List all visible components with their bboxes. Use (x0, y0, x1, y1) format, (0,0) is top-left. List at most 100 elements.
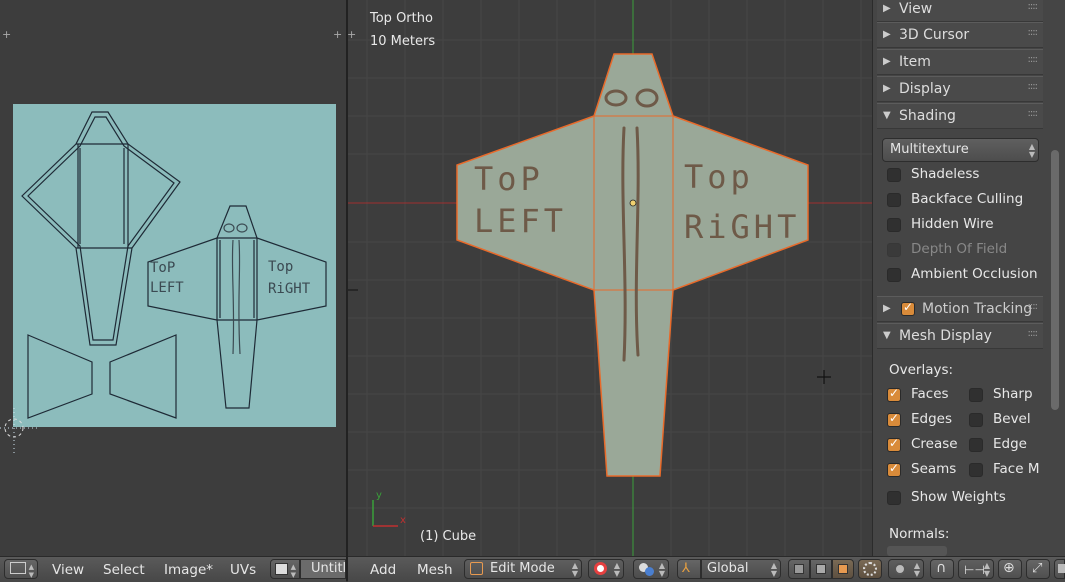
face-m-checkbox[interactable]: Face M (969, 461, 1049, 481)
edge-checkbox[interactable]: Edge (969, 436, 1049, 456)
ambient-occlusion-checkbox[interactable]: Ambient Occlusion (887, 266, 1047, 286)
transform-manipulator-button[interactable]: ⅄ (677, 559, 701, 579)
face-select-icon (838, 564, 848, 574)
menu-mesh[interactable]: Mesh (417, 562, 453, 578)
right-wing-text: Top RiGHT (684, 158, 801, 246)
manipulator-dropdown[interactable]: ▲ ▼ (633, 559, 669, 579)
menu-select[interactable]: Select (103, 562, 145, 578)
panel-display[interactable]: ▶ Display :::: (877, 76, 1043, 102)
bevel-checkbox[interactable]: Bevel (969, 411, 1049, 431)
up-down-arrow-icon: ▲ ▼ (658, 561, 665, 578)
checkbox-box[interactable] (887, 491, 901, 505)
orientation-dropdown[interactable]: Global ▲ ▼ (701, 559, 781, 579)
up-down-arrow-icon: ▲ ▼ (571, 561, 578, 578)
panel-view[interactable]: ▶ View :::: (877, 0, 1043, 22)
3d-viewport[interactable]: Top Ortho 10 Meters (1) Cube y x + ToP LE… (348, 0, 872, 556)
viewport-canvas[interactable] (348, 0, 872, 556)
collapsed-triangle-icon: ▶ (883, 83, 891, 94)
overlays-label: Overlays: (889, 362, 954, 378)
viewport-header: Add Mesh Edit Mode ▲ ▼ ▲ ▼ ▲ ▼ ⅄ Global ▲ ▼ … (348, 556, 1065, 582)
render-button[interactable]: ⤢ (1026, 559, 1050, 579)
collapsed-triangle-icon: ▶ (883, 56, 891, 67)
panel-motion-tracking[interactable]: ▶ Motion Tracking :::: (877, 296, 1043, 322)
checkbox-box[interactable] (887, 461, 901, 477)
up-down-arrow-icon: ▲ ▼ (613, 561, 620, 578)
drag-grip-icon[interactable]: :::: (1028, 328, 1039, 339)
uv-right-wing-text: Top RiGHT (268, 259, 311, 297)
area-split-icon[interactable]: + (2, 29, 11, 40)
panel-mesh-display[interactable]: ▼ Mesh Display :::: (877, 323, 1043, 349)
checkbox-box[interactable] (887, 386, 901, 402)
edge-select-button[interactable] (810, 559, 832, 579)
panel-3d-cursor[interactable]: ▶ 3D Cursor :::: (877, 22, 1043, 48)
checkbox-box (887, 243, 901, 257)
area-split-icon[interactable]: + (333, 29, 342, 40)
motion-tracking-checkbox[interactable] (901, 300, 915, 316)
panel-item[interactable]: ▶ Item :::: (877, 49, 1043, 75)
limit-selection-icon (863, 562, 877, 576)
drag-grip-icon[interactable]: :::: (1028, 301, 1039, 312)
image-name-field[interactable]: Untitle (300, 559, 346, 579)
checkbox-box[interactable] (887, 193, 901, 207)
image-browse-button[interactable]: ▲ ▼ (270, 559, 300, 579)
checkbox-box[interactable] (887, 268, 901, 282)
drag-grip-icon[interactable]: :::: (1028, 54, 1039, 65)
seams-checkbox[interactable]: Seams (887, 461, 967, 481)
uv-left-wing-text: ToP LEFT (150, 260, 184, 296)
shadeless-checkbox[interactable]: Shadeless (887, 166, 1047, 186)
uv-editor-header: ▲▼ View Select Image* UVs ▲▼ Untitle (0, 556, 346, 582)
crease-checkbox[interactable]: Crease (887, 436, 967, 456)
checkbox-box[interactable] (969, 388, 983, 402)
menu-uvs[interactable]: UVs (230, 562, 256, 578)
menu-add[interactable]: Add (370, 562, 396, 578)
menu-view[interactable]: View (52, 562, 84, 578)
mode-dropdown[interactable]: Edit Mode ▲ ▼ (464, 559, 582, 579)
snap-target-button[interactable]: ⊕ (998, 559, 1022, 579)
limit-selection-button[interactable] (858, 559, 882, 579)
backface-culling-checkbox[interactable]: Backface Culling (887, 191, 1047, 211)
area-split-icon[interactable]: + (348, 29, 356, 40)
editor-type-button[interactable]: ▲ ▼ (4, 559, 38, 579)
object-origin (629, 199, 637, 207)
menu-image[interactable]: Image* (164, 562, 213, 578)
drag-grip-icon[interactable]: :::: (1028, 108, 1039, 119)
hidden-wire-checkbox[interactable]: Hidden Wire (887, 216, 1047, 236)
drag-grip-icon[interactable]: :::: (1028, 1, 1039, 12)
checkbox-box[interactable] (887, 411, 901, 427)
panel-shading[interactable]: ▼ Shading :::: (877, 103, 1043, 129)
edges-checkbox[interactable]: Edges (887, 411, 967, 431)
camera-button[interactable] (1054, 559, 1065, 579)
collapsed-triangle-icon: ▶ (883, 303, 891, 314)
magnet-icon: ∩ (936, 560, 947, 576)
normals-buttons[interactable] (887, 546, 947, 556)
proportional-edit-icon (894, 563, 906, 575)
checkbox-box[interactable] (969, 413, 983, 427)
checkbox-box[interactable] (969, 438, 983, 452)
checkbox-box[interactable] (887, 218, 901, 232)
uv-editor[interactable]: + + ToP LEFT Top RiGHT (0, 0, 346, 556)
view-label: Top Ortho (370, 11, 433, 26)
snap-element-dropdown[interactable]: ⊢⊣ ▲ ▼ (958, 559, 994, 579)
axis-manipulator-icon: ⅄ (682, 561, 690, 576)
expanded-triangle-icon: ▼ (883, 330, 891, 341)
snap-toggle-button[interactable]: ∩ (930, 559, 954, 579)
sharp-checkbox[interactable]: Sharp (969, 386, 1049, 406)
axis-y-label: y (376, 490, 382, 501)
vertex-select-button[interactable] (788, 559, 810, 579)
normals-label: Normals: (889, 526, 950, 542)
checkbox-box[interactable] (969, 463, 983, 477)
up-down-arrow-icon: ▲ ▼ (1028, 142, 1035, 159)
proportional-edit-dropdown[interactable]: ▲ ▼ (888, 559, 924, 579)
face-select-button[interactable] (832, 559, 854, 579)
drag-grip-icon[interactable]: :::: (1028, 27, 1039, 38)
properties-panel[interactable]: ▶ View :::: ▶ 3D Cursor :::: ▶ Item ::::… (872, 0, 1065, 556)
panel-scrollbar[interactable] (1051, 150, 1059, 410)
checkbox-box[interactable] (887, 168, 901, 182)
drag-grip-icon[interactable]: :::: (1028, 81, 1039, 92)
faces-checkbox[interactable]: Faces (887, 386, 967, 406)
shading-mode-dropdown[interactable]: Multitexture ▲ ▼ (882, 138, 1039, 162)
checkbox-box[interactable] (887, 436, 901, 452)
image-icon (275, 563, 288, 575)
show-weights-checkbox[interactable]: Show Weights (887, 489, 1047, 509)
pivot-dropdown[interactable]: ▲ ▼ (588, 559, 624, 579)
